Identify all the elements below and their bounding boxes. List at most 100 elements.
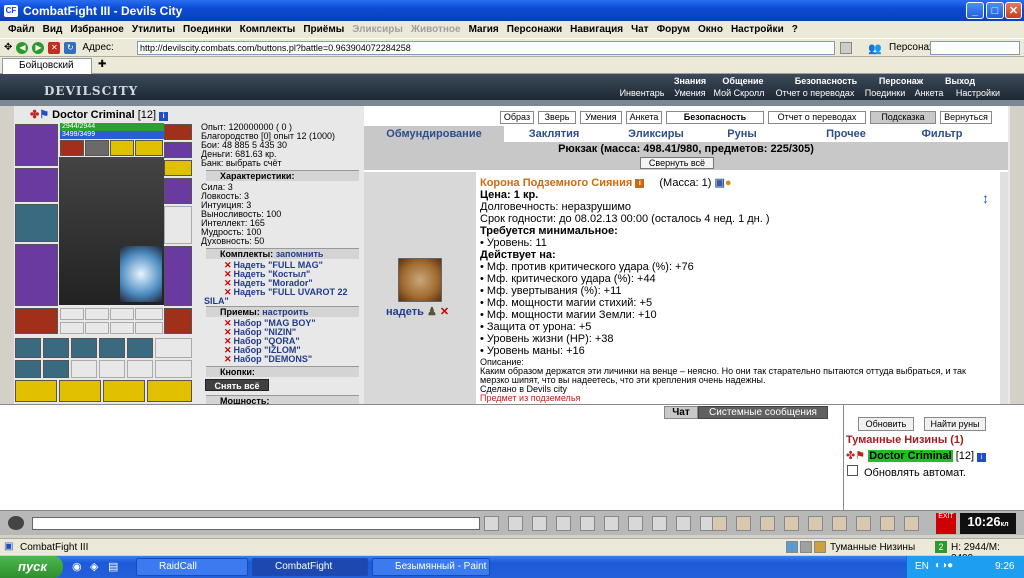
- armor-slot[interactable]: [15, 244, 58, 306]
- minimize-button[interactable]: _: [966, 2, 984, 19]
- remove-all-button[interactable]: Снять всё: [205, 379, 269, 391]
- header-subnav-item[interactable]: Умения: [672, 88, 708, 99]
- inventory-scrollbar[interactable]: [1000, 172, 1008, 404]
- ring1-slot[interactable]: [110, 140, 134, 156]
- empty-slot[interactable]: [60, 322, 84, 334]
- status-icon-1[interactable]: [786, 541, 798, 553]
- glove-slot[interactable]: [164, 124, 192, 140]
- location-player-name[interactable]: Doctor Criminal: [868, 450, 953, 462]
- header-subnav-item[interactable]: Мой Скролл: [710, 88, 768, 99]
- wear-item-link[interactable]: надеть ♟ ✕: [386, 305, 449, 318]
- menu-item[interactable]: Магия: [465, 24, 503, 35]
- collapse-all-button[interactable]: Свернуть всё: [640, 157, 714, 169]
- address-input[interactable]: http://devilscity.combats.com/buttons.pl…: [137, 41, 835, 55]
- menu-item[interactable]: Поединки: [179, 24, 236, 35]
- menu-item[interactable]: Форум: [653, 24, 694, 35]
- menu-item[interactable]: ?: [788, 24, 802, 35]
- sets-header[interactable]: Комплекты: запомнить: [206, 248, 359, 259]
- category-tab[interactable]: Заклятия: [504, 126, 604, 142]
- action-icon[interactable]: [736, 516, 751, 531]
- header-subnav-item[interactable]: Анкета: [910, 88, 948, 99]
- header-nav-item[interactable]: Общение: [718, 76, 768, 87]
- go-icon[interactable]: [840, 42, 852, 54]
- category-tab[interactable]: Обмундирование: [366, 126, 502, 142]
- top-button[interactable]: Отчет о переводах: [768, 111, 866, 124]
- top-button[interactable]: Анкета: [626, 111, 662, 124]
- belt-slot[interactable]: [15, 308, 58, 334]
- action-icon[interactable]: [760, 516, 775, 531]
- amulet-slot[interactable]: [85, 140, 109, 156]
- menu-item[interactable]: Вид: [39, 24, 67, 35]
- person-select[interactable]: [930, 41, 1020, 55]
- header-subnav-item[interactable]: Инвентарь: [614, 88, 670, 99]
- menu-item[interactable]: Персонажи: [503, 24, 566, 35]
- menu-item[interactable]: Комплекты: [236, 24, 300, 35]
- person-icon[interactable]: [580, 516, 595, 531]
- header-subnav-item[interactable]: Поединки: [862, 88, 908, 99]
- scroll-slot[interactable]: [103, 380, 145, 402]
- belt-item-slot[interactable]: [99, 338, 125, 358]
- empty-slot[interactable]: [164, 206, 192, 244]
- empty-slot[interactable]: [155, 338, 192, 358]
- buttons-header[interactable]: Кнопки:: [206, 366, 359, 377]
- header-nav-item[interactable]: Знания: [668, 76, 712, 87]
- smile-icon[interactable]: [676, 516, 691, 531]
- move-icon[interactable]: ✥: [4, 42, 12, 53]
- clear-icon[interactable]: [508, 516, 523, 531]
- empty-slot[interactable]: [99, 360, 125, 378]
- menu-item[interactable]: Окно: [694, 24, 727, 35]
- bracer-slot[interactable]: [15, 168, 58, 202]
- cloak-slot[interactable]: [164, 308, 192, 334]
- belt-item-slot[interactable]: [15, 338, 41, 358]
- menu-item[interactable]: Утилиты: [128, 24, 179, 35]
- action-icon[interactable]: [856, 516, 871, 531]
- quicklaunch-firefox-icon[interactable]: ◉: [72, 560, 82, 573]
- empty-slot[interactable]: [135, 308, 163, 320]
- maximize-button[interactable]: □: [986, 2, 1004, 19]
- tab-fight-club[interactable]: Бойцовский клуб: [2, 58, 92, 85]
- stat-bank[interactable]: Банк: выбрать счёт: [201, 158, 282, 168]
- start-button[interactable]: пуск: [0, 556, 63, 578]
- player-info-icon[interactable]: i: [977, 453, 987, 462]
- tricks-header[interactable]: Приемы: настроить: [206, 306, 359, 317]
- chat-area[interactable]: Чат Системные сообщения Обновить Найти р…: [0, 404, 1024, 511]
- empty-slot[interactable]: [155, 360, 192, 378]
- delete-trick-icon[interactable]: ✕: [224, 354, 232, 364]
- scroll-slot[interactable]: [147, 380, 192, 402]
- note-icon[interactable]: [652, 516, 667, 531]
- character-name[interactable]: Doctor Criminal: [52, 109, 135, 121]
- category-tab[interactable]: Руны: [712, 126, 772, 142]
- trick-set-item[interactable]: ✕ Набор "DEMONS": [224, 354, 312, 365]
- top-button[interactable]: Подсказка: [870, 111, 936, 124]
- quicklaunch-app-icon[interactable]: ◈: [90, 560, 98, 573]
- set-item[interactable]: SILA": [204, 296, 229, 306]
- quicklaunch-desktop-icon[interactable]: ▤: [108, 560, 118, 573]
- new-tab-icon[interactable]: ✚: [98, 59, 106, 70]
- rune-slot[interactable]: [164, 160, 192, 176]
- tab-system-messages[interactable]: Системные сообщения: [698, 406, 828, 419]
- filter-icon[interactable]: [532, 516, 547, 531]
- chat-input[interactable]: [32, 517, 480, 530]
- empty-slot[interactable]: [135, 322, 163, 334]
- refresh-icon[interactable]: ↻: [64, 41, 77, 54]
- header-subnav-item[interactable]: Настройки: [950, 88, 1006, 99]
- forward-icon[interactable]: ▶: [32, 41, 45, 54]
- back-icon[interactable]: ◀: [16, 41, 29, 54]
- save-icon[interactable]: [556, 516, 571, 531]
- earring-slot[interactable]: [60, 140, 84, 156]
- offhand-slot[interactable]: [164, 178, 192, 204]
- chat-user-icon[interactable]: [8, 516, 24, 530]
- empty-slot[interactable]: [110, 308, 134, 320]
- cross-icon[interactable]: [604, 516, 619, 531]
- status-icon-3[interactable]: [814, 541, 826, 553]
- enter-icon[interactable]: [484, 516, 499, 531]
- empty-slot[interactable]: [110, 322, 134, 334]
- belt-item-slot[interactable]: [71, 338, 97, 358]
- weapon-slot[interactable]: [15, 204, 58, 242]
- belt-item-slot[interactable]: [43, 360, 69, 378]
- set-item[interactable]: ✕ Надеть "FULL UVAROT 22: [224, 287, 348, 298]
- info-icon[interactable]: i: [159, 112, 169, 121]
- header-nav-item[interactable]: Безопасность: [788, 76, 864, 87]
- find-runes-button[interactable]: Найти руны: [924, 417, 986, 431]
- action-icon[interactable]: [784, 516, 799, 531]
